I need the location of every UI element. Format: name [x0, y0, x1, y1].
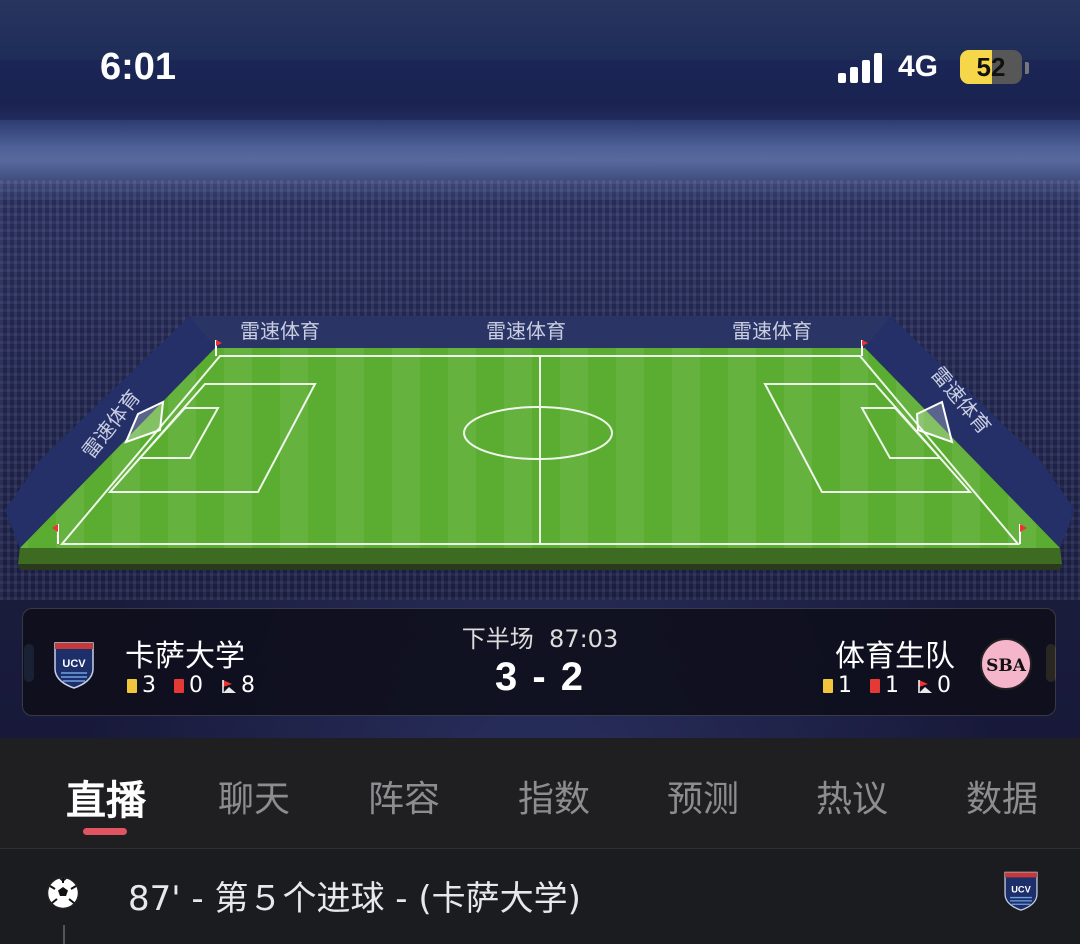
ad-board-center: 雷速体育 [486, 319, 566, 343]
svg-text:UCV: UCV [1011, 885, 1031, 895]
active-tab-indicator [83, 828, 127, 835]
ad-board-right: 雷速体育 [732, 319, 812, 343]
battery-cap [1025, 62, 1029, 74]
tab-1[interactable]: 聊天 [218, 770, 290, 822]
signal-strength-icon [838, 53, 884, 83]
event-team-crest: UCV [1004, 871, 1038, 911]
network-type: 4G [898, 50, 939, 83]
tab-bar: 直播 聊天 阵容 指数 预测 热议 数据 [0, 738, 1080, 848]
match-clock: 87:03 [549, 625, 619, 653]
yellow-card-icon [823, 678, 833, 693]
tab-2[interactable]: 阵容 [368, 770, 440, 822]
match-period: 下半场 [461, 625, 534, 653]
event-row[interactable]: 87' - 第５个进球 - (卡萨大学) UCV [0, 849, 1080, 944]
corner-kick-icon [918, 679, 932, 693]
tab-4[interactable]: 预测 [667, 770, 739, 822]
tab-5[interactable]: 热议 [816, 770, 888, 822]
scoreboard: UCV 卡萨大学 3 0 8 下半场 87:03 3 - 2 体育生队 1 1 … [22, 608, 1056, 716]
battery-level: 52 [976, 52, 1006, 82]
away-team-name[interactable]: 体育生队 [835, 631, 955, 675]
away-team-crest[interactable]: SBA [979, 637, 1033, 691]
tab-6[interactable]: 数据 [966, 770, 1038, 822]
away-team-stats: 1 1 0 [823, 673, 969, 698]
status-time: 6:01 [100, 46, 177, 88]
event-description: 87' - 第５个进球 - (卡萨大学) [128, 879, 581, 919]
football-pitch: 雷速体育 雷速体育 雷速体育 雷速体育 雷速体育 [5, 316, 1075, 570]
timeline-line [63, 925, 65, 944]
away-yellow-cards: 1 [838, 673, 852, 698]
ad-board-left: 雷速体育 [240, 319, 320, 343]
svg-text:SBA: SBA [986, 656, 1027, 676]
status-bar: 6:01 4G 52 [0, 0, 1080, 130]
red-card-icon [870, 678, 880, 693]
away-corners: 0 [937, 673, 951, 698]
battery-icon: 52 [960, 50, 1022, 84]
tab-3[interactable]: 指数 [518, 770, 590, 822]
soccer-ball-icon [46, 876, 80, 910]
tab-0[interactable]: 直播 [66, 768, 146, 826]
stadium-lights [0, 120, 1080, 200]
away-red-cards: 1 [885, 673, 899, 698]
